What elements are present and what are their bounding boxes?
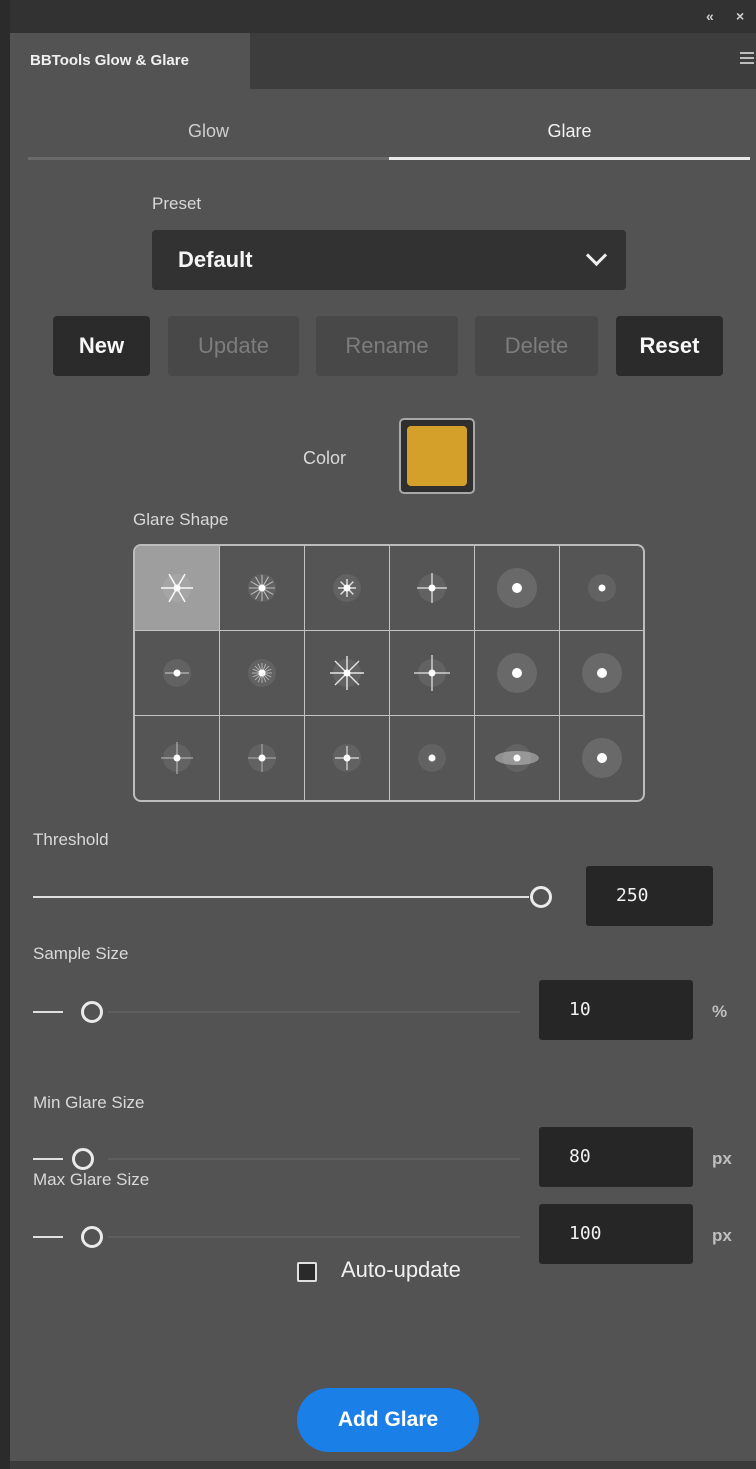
glare-shape-option[interactable] — [305, 546, 390, 631]
max-glare-size-slider-fill — [33, 1236, 63, 1238]
threshold-label: Threshold — [33, 830, 109, 849]
preset-label: Preset — [152, 194, 202, 213]
sample-size-label: Sample Size — [33, 944, 129, 963]
glare-shape-icon — [414, 655, 450, 691]
glare-shape-option[interactable] — [305, 631, 390, 716]
tab-bar: Glow Glare — [28, 108, 750, 160]
collapse-icon[interactable]: « — [706, 8, 714, 24]
sample-size-input[interactable]: 10 — [539, 980, 693, 1040]
glare-shape-option[interactable] — [560, 716, 643, 800]
sample-size-slider-fill — [33, 1011, 63, 1013]
glare-shape-grid — [133, 544, 645, 802]
glare-shape-icon — [582, 653, 622, 693]
glare-shape-option[interactable] — [390, 546, 475, 631]
sample-size-unit: % — [712, 1002, 728, 1021]
glare-shape-icon — [418, 744, 446, 772]
glare-shape-icon — [248, 574, 276, 602]
min-glare-size-slider-fill — [33, 1158, 63, 1160]
glare-shape-option[interactable] — [220, 631, 305, 716]
panel-tab-strip: BBTools Glow & Glare — [10, 33, 756, 89]
glare-shape-option[interactable] — [560, 546, 643, 631]
min-glare-size-slider-track[interactable] — [108, 1158, 520, 1160]
preset-dropdown[interactable]: Default — [152, 230, 626, 290]
glare-shape-option[interactable] — [475, 716, 560, 800]
window-edge — [0, 0, 10, 1469]
panel-tab[interactable]: BBTools Glow & Glare — [10, 33, 250, 89]
auto-update-checkbox[interactable] — [297, 1262, 317, 1282]
max-glare-size-unit: px — [712, 1226, 732, 1245]
glare-shape-icon — [330, 656, 364, 690]
hamburger-menu-icon[interactable] — [740, 49, 754, 69]
glare-shape-option[interactable] — [560, 631, 643, 716]
glare-shape-icon — [417, 573, 447, 603]
glare-shape-icon — [497, 568, 537, 608]
glare-shape-icon — [333, 574, 361, 602]
glare-shape-option[interactable] — [390, 716, 475, 800]
chevron-down-icon — [585, 244, 608, 267]
threshold-input[interactable]: 250 — [586, 866, 713, 926]
add-glare-button[interactable]: Add Glare — [297, 1388, 479, 1452]
panel-resize-edge[interactable] — [10, 1461, 756, 1469]
glare-shape-icon — [248, 659, 276, 687]
min-glare-size-unit: px — [712, 1149, 732, 1168]
preset-value: Default — [178, 247, 253, 272]
glare-shape-icon — [588, 574, 616, 602]
color-swatch — [407, 426, 467, 486]
update-preset-button[interactable]: Update — [168, 316, 299, 376]
min-glare-size-slider-knob[interactable] — [72, 1148, 94, 1170]
max-glare-size-label: Max Glare Size — [33, 1170, 150, 1189]
glare-shape-icon — [582, 738, 622, 778]
glare-shape-icon — [333, 744, 361, 772]
sample-size-slider-track[interactable] — [108, 1011, 520, 1013]
rename-preset-button[interactable]: Rename — [316, 316, 458, 376]
sample-size-slider-knob[interactable] — [81, 1001, 103, 1023]
glare-shape-option[interactable] — [475, 546, 560, 631]
glare-shape-icon — [161, 742, 193, 774]
glare-shape-icon — [161, 573, 193, 603]
glare-shape-option[interactable] — [135, 716, 220, 800]
threshold-slider-track[interactable] — [33, 896, 529, 898]
threshold-slider-knob[interactable] — [530, 886, 552, 908]
window-title-bar: « × — [10, 0, 756, 33]
glare-shape-option[interactable] — [135, 546, 220, 631]
tab-glare[interactable]: Glare — [389, 108, 750, 160]
plugin-panel: « × BBTools Glow & Glare Glow Glare Pres… — [0, 0, 756, 1469]
max-glare-size-slider-track[interactable] — [108, 1236, 520, 1238]
glare-shape-option[interactable] — [475, 631, 560, 716]
auto-update-label[interactable]: Auto-update — [341, 1257, 461, 1283]
glare-shape-option[interactable] — [305, 716, 390, 800]
glare-shape-icon — [248, 744, 276, 772]
delete-preset-button[interactable]: Delete — [475, 316, 598, 376]
color-label: Color — [303, 448, 347, 468]
glare-shape-option[interactable] — [220, 546, 305, 631]
glare-shape-icon — [497, 653, 537, 693]
max-glare-size-input[interactable]: 100 — [539, 1204, 693, 1264]
color-swatch-button[interactable] — [399, 418, 475, 494]
min-glare-size-label: Min Glare Size — [33, 1093, 145, 1112]
new-preset-button[interactable]: New — [53, 316, 150, 376]
close-icon[interactable]: × — [736, 8, 744, 24]
max-glare-size-slider-knob[interactable] — [81, 1226, 103, 1248]
glare-shape-label: Glare Shape — [133, 510, 229, 529]
glare-shape-icon — [495, 744, 539, 772]
glare-shape-option[interactable] — [220, 716, 305, 800]
reset-preset-button[interactable]: Reset — [616, 316, 723, 376]
tab-glow[interactable]: Glow — [28, 108, 389, 160]
glare-shape-icon — [163, 659, 191, 687]
min-glare-size-input[interactable]: 80 — [539, 1127, 693, 1187]
glare-shape-option[interactable] — [135, 631, 220, 716]
glare-shape-option[interactable] — [390, 631, 475, 716]
